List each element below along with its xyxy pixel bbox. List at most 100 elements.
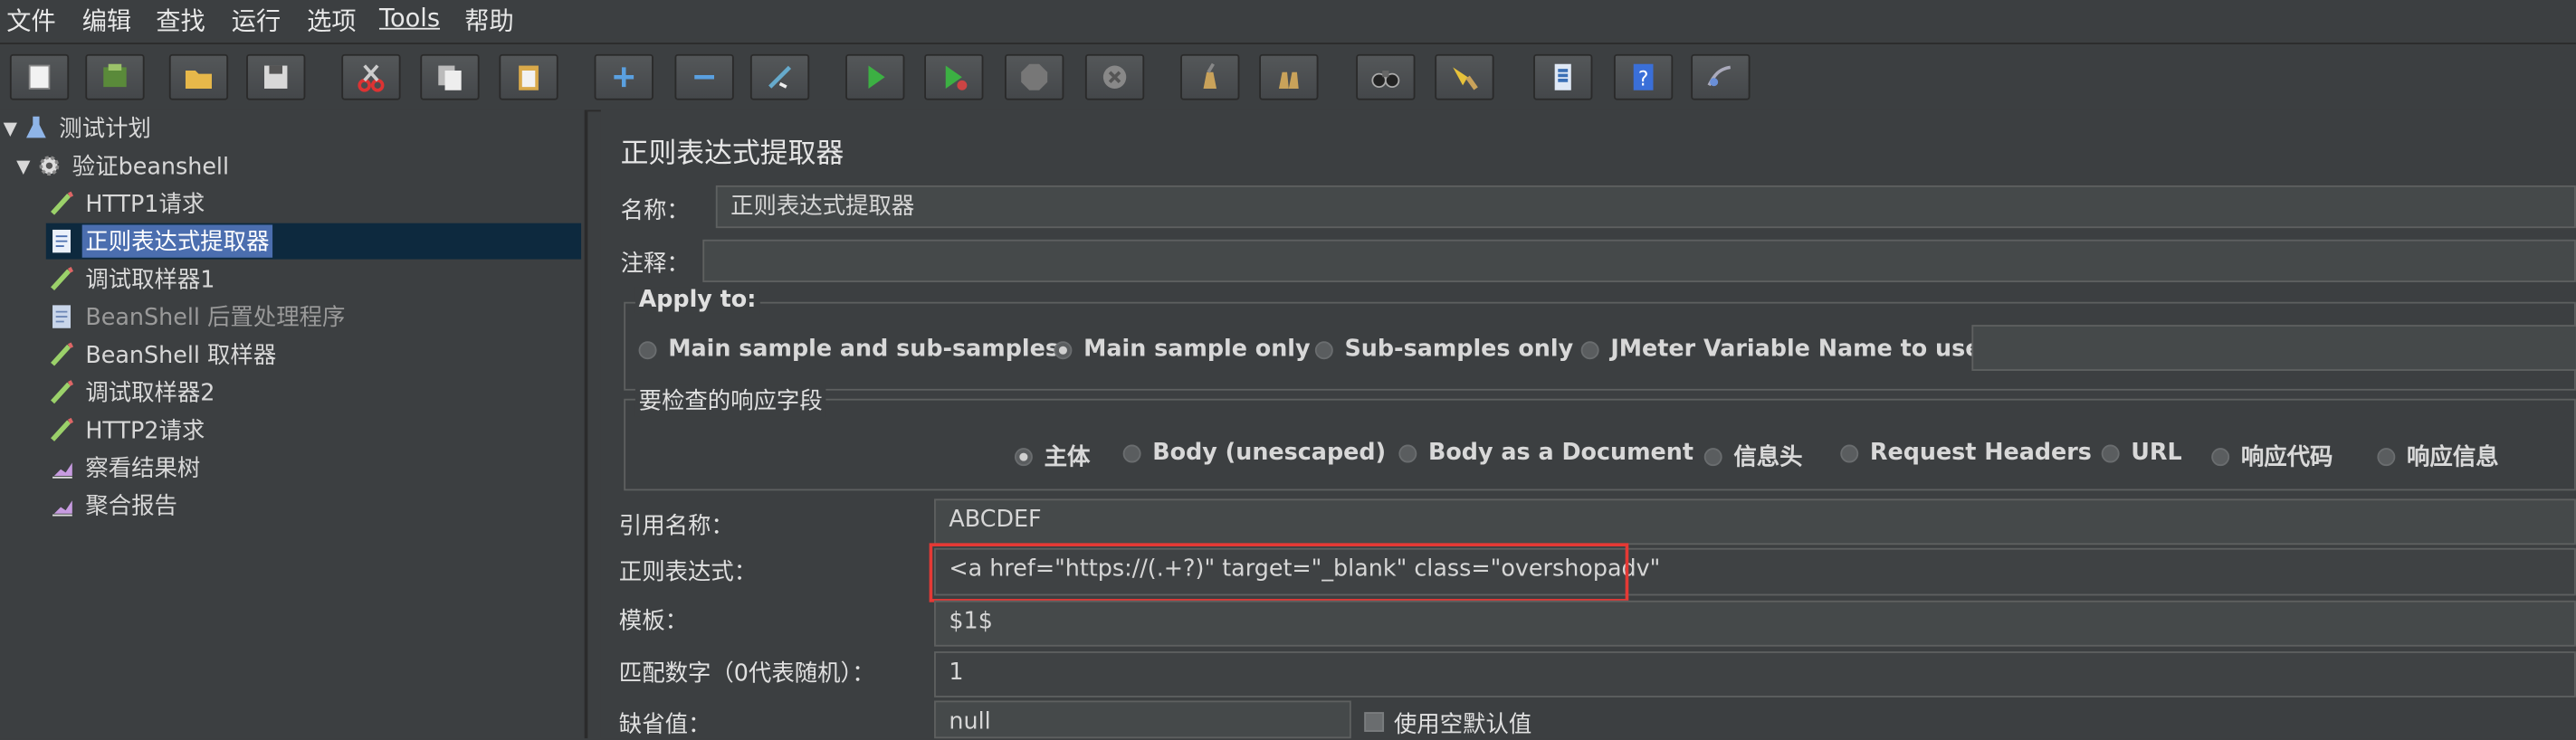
radio-main-and-sub[interactable]: Main sample and sub-samples xyxy=(638,337,1059,363)
templates-button[interactable] xyxy=(85,53,145,100)
tree-node-test-plan[interactable]: ▼ 测试计划 xyxy=(4,110,155,147)
radio-body-unescaped[interactable]: Body (unescaped) xyxy=(1122,440,1386,466)
radio-dot-icon xyxy=(1703,447,1722,466)
default-value-label: 缺省值： xyxy=(618,712,711,739)
function-helper-button[interactable] xyxy=(1533,53,1593,100)
reset-search-icon xyxy=(1453,67,1478,90)
jmeter-window: 文件 编辑 查找 运行 选项 Tools 帮助 ? ▼ 测试计划 ▼ 验证bea… xyxy=(0,0,2576,739)
function-helper-icon xyxy=(1554,63,1571,90)
remote-icon xyxy=(1707,65,1732,87)
radio-main-only[interactable]: Main sample only xyxy=(1054,337,1311,363)
radio-dot-icon xyxy=(2101,443,2120,462)
thread-group-gear-icon xyxy=(39,156,60,176)
tree-node-view-results-tree[interactable]: 察看结果树 xyxy=(49,450,203,486)
radio-response-code[interactable]: 响应代码 xyxy=(2211,440,2333,472)
test-plan-icon xyxy=(26,116,46,138)
open-button[interactable] xyxy=(168,53,229,100)
radio-response-message[interactable]: 响应信息 xyxy=(2377,440,2499,472)
radio-dot-icon xyxy=(1122,443,1141,462)
tree-node-http1[interactable]: HTTP1请求 xyxy=(49,185,207,222)
tree-node-aggregate-report[interactable]: 聚合报告 xyxy=(49,488,180,524)
help-button[interactable]: ? xyxy=(1613,53,1674,100)
panel-title: 正则表达式提取器 xyxy=(620,138,844,171)
menu-options[interactable]: 选项 xyxy=(307,4,356,38)
postprocessor-doc-icon xyxy=(52,305,71,328)
use-empty-default-label: 使用空默认值 xyxy=(1393,712,1532,739)
open-icon xyxy=(185,70,212,89)
apply-to-group: Apply to: Main sample and sub-samples Ma… xyxy=(624,287,2576,391)
tree-node-beanshell-postprocessor[interactable]: BeanShell 后置处理程序 xyxy=(49,299,348,335)
radio-dot-selected-icon xyxy=(1054,340,1073,359)
remote-button[interactable] xyxy=(1691,53,1751,100)
radio-dot-icon xyxy=(1314,340,1333,359)
ref-name-input[interactable]: ABCDEF xyxy=(934,498,2576,546)
radio-dot-icon xyxy=(1580,340,1599,359)
tree-node-regex-extractor[interactable]: 正则表达式提取器 xyxy=(45,223,582,260)
clear-all-icon xyxy=(1278,71,1299,89)
start-icon xyxy=(868,65,885,89)
expand-button[interactable] xyxy=(594,53,654,100)
clear-button[interactable] xyxy=(1180,53,1240,100)
search-button[interactable] xyxy=(1356,53,1416,100)
start-button[interactable] xyxy=(845,53,905,100)
svg-text:?: ? xyxy=(1638,68,1649,90)
radio-dot-icon xyxy=(1398,443,1417,462)
tree-node-http2[interactable]: HTTP2请求 xyxy=(49,412,207,448)
sampler-pen-icon xyxy=(51,417,74,441)
clear-all-button[interactable] xyxy=(1259,53,1319,100)
expand-toggle-icon[interactable]: ▼ xyxy=(16,155,36,176)
paste-button[interactable] xyxy=(499,53,558,100)
expand-icon xyxy=(614,67,634,88)
tree-node-beanshell-sampler[interactable]: BeanShell 取样器 xyxy=(49,337,279,373)
copy-icon xyxy=(438,65,462,90)
collapse-button[interactable] xyxy=(674,53,734,100)
menu-run[interactable]: 运行 xyxy=(232,4,281,38)
radio-body-as-document[interactable]: Body as a Document xyxy=(1398,440,1693,466)
reset-search-button[interactable] xyxy=(1435,53,1494,100)
menu-search[interactable]: 查找 xyxy=(156,4,205,38)
name-input[interactable]: 正则表达式提取器 xyxy=(715,185,2576,229)
field-to-check-group: 要检查的响应字段 主体 Body (unescaped) Body as a D… xyxy=(624,384,2576,491)
shutdown-button[interactable] xyxy=(1084,53,1145,100)
radio-headers[interactable]: 信息头 xyxy=(1703,440,1803,472)
radio-body[interactable]: 主体 xyxy=(1014,440,1090,472)
stop-button[interactable] xyxy=(1005,53,1064,100)
default-value-input[interactable]: null xyxy=(934,700,1351,739)
menu-file[interactable]: 文件 xyxy=(6,4,55,38)
save-button[interactable] xyxy=(246,53,306,100)
start-no-pause-button[interactable] xyxy=(924,53,984,100)
name-label: 名称： xyxy=(620,198,690,225)
search-icon xyxy=(1371,70,1400,89)
stop-icon xyxy=(1021,63,1048,90)
radio-jmeter-variable[interactable]: JMeter Variable Name to use xyxy=(1580,337,1980,363)
template-input[interactable]: $1$ xyxy=(934,600,2576,647)
new-button[interactable] xyxy=(9,53,70,100)
collapse-icon xyxy=(694,74,715,80)
listener-chart-icon xyxy=(52,462,72,479)
expand-toggle-icon[interactable]: ▼ xyxy=(4,118,24,139)
tree-node-debug-sampler-2[interactable]: 调试取样器2 xyxy=(49,375,218,411)
ref-name-label: 引用名称： xyxy=(618,513,734,540)
toggle-icon xyxy=(768,65,792,89)
toolbar: ? xyxy=(0,43,2576,112)
menu-help[interactable]: 帮助 xyxy=(464,4,513,38)
comment-label: 注释： xyxy=(620,251,690,278)
menu-edit[interactable]: 编辑 xyxy=(82,4,131,38)
radio-url[interactable]: URL xyxy=(2101,440,2182,466)
comment-input[interactable] xyxy=(702,239,2576,282)
match-no-input[interactable]: 1 xyxy=(934,651,2576,697)
radio-request-headers[interactable]: Request Headers xyxy=(1840,440,2092,466)
menu-bar: 文件 编辑 查找 运行 选项 Tools 帮助 xyxy=(0,0,2576,40)
copy-button[interactable] xyxy=(420,53,480,100)
radio-dot-icon xyxy=(638,340,657,359)
tree-node-debug-sampler-1[interactable]: 调试取样器1 xyxy=(49,261,218,297)
tree-node-thread-group[interactable]: ▼ 验证beanshell xyxy=(16,147,233,184)
sampler-pen-icon xyxy=(51,342,74,366)
menu-tools[interactable]: Tools xyxy=(379,4,440,33)
cut-icon xyxy=(358,64,385,92)
radio-sub-only[interactable]: Sub-samples only xyxy=(1314,337,1573,363)
jmeter-variable-input[interactable] xyxy=(1971,325,2576,371)
toggle-button[interactable] xyxy=(749,53,810,100)
cut-button[interactable] xyxy=(341,53,401,100)
use-empty-default-checkbox[interactable] xyxy=(1364,712,1385,732)
